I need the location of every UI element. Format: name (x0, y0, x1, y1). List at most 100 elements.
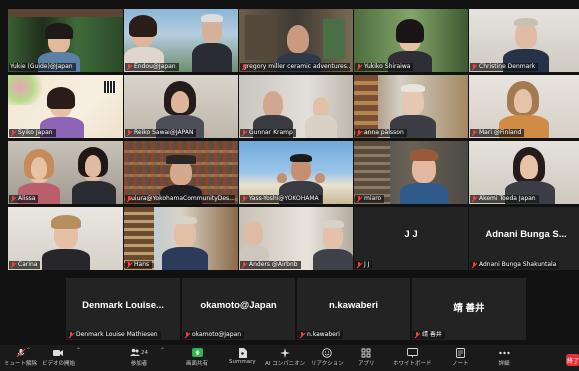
participant-tile[interactable]: Hans (124, 207, 238, 270)
participant-name: Gunnar Kramp (240, 129, 296, 137)
participants-label: 参加者 (130, 361, 148, 367)
participant-name: Endou@Japan (125, 63, 179, 71)
participant-tile[interactable]: anna pålsson (354, 75, 468, 138)
participant-name: Denmark Louise Mathiesen (67, 331, 161, 339)
participant-tile[interactable]: gregory miller ceramic adventures... (239, 9, 353, 72)
participant-tile[interactable]: miaro (354, 141, 468, 204)
share-screen-button[interactable]: 画面共有 (186, 347, 208, 367)
video-grid: Yukie (Guide)@Japan Endou@Japan gregory … (8, 9, 579, 274)
summary-button[interactable]: Summary (229, 347, 256, 365)
participant-label: Yukiko Shiraiwa (364, 63, 411, 70)
unmute-button[interactable]: ミュート解除 (4, 347, 37, 367)
start-video-label: ビデオの開始 (42, 361, 76, 367)
participant-label: Anders @Airbnb (249, 261, 298, 268)
participant-tile[interactable]: Syiko Japan (8, 75, 123, 138)
participants-button[interactable]: 24 参加者 (128, 347, 150, 367)
video-camera-icon (53, 347, 65, 358)
notes-icon (454, 347, 466, 358)
participant-name: Hans (125, 261, 153, 269)
participant-label: n.kawaberi (307, 331, 340, 338)
participant-name: Yukie (Guide)@Japan (9, 63, 76, 71)
participant-label: anna pålsson (364, 129, 404, 136)
ai-companion-button[interactable]: AI コンパニオン (265, 347, 305, 367)
participant-name: Reiko Sawai@JAPAN (125, 129, 197, 137)
participant-name: Yukiko Shiraiwa (355, 63, 414, 71)
participant-tile[interactable]: Mari @Finland (469, 75, 579, 138)
participant-tile[interactable]: Yass-Yoshi@YOKOHAMA (239, 141, 353, 204)
ai-companion-label: AI コンパニオン (265, 361, 306, 367)
summary-document-icon (236, 347, 248, 358)
whiteboard-button[interactable]: ホワイトボード (393, 347, 432, 367)
share-screen-icon (191, 347, 203, 358)
participant-label: Gunnar Kramp (249, 129, 293, 136)
reactions-label: リアクション (311, 361, 344, 367)
participant-label: Christine Denmark (479, 63, 536, 70)
participant-tile[interactable]: Akemi Toeda Japan (469, 141, 579, 204)
participant-name: Adnani Bunga Shakuntala (470, 261, 560, 269)
participant-name: Anders @Airbnb (240, 261, 301, 269)
participant-tile[interactable]: Yukiko Shiraiwa (354, 9, 468, 72)
audio-options-caret[interactable]: ⌃ (26, 347, 31, 354)
mic-muted-icon (356, 196, 362, 202)
notes-button[interactable]: ノート (452, 347, 469, 367)
participant-display-name: okamoto@Japan (200, 300, 277, 311)
participant-label: Akemi Toeda Japan (479, 195, 536, 202)
participant-tile[interactable]: okamoto@Japan okamoto@Japan (182, 278, 295, 340)
mic-muted-icon (471, 64, 477, 70)
participant-label: Reiko Sawai@JAPAN (134, 129, 194, 136)
video-options-caret[interactable]: ⌃ (76, 347, 81, 354)
participant-label: 靖 善井 (422, 331, 442, 338)
participant-tile[interactable]: Christine Denmark (469, 9, 579, 72)
end-meeting-button[interactable]: 終了 (566, 354, 579, 366)
participant-name: miaro (355, 195, 385, 203)
participant-tile[interactable]: Endou@Japan (124, 9, 238, 72)
participant-label: suiura@YokohamaCommunityDes... (128, 195, 235, 202)
mic-muted-icon (10, 262, 16, 268)
participant-label: miaro (364, 195, 382, 202)
participant-label: Yukie (Guide)@Japan (10, 63, 73, 70)
participant-tile[interactable]: 靖 善井 靖 善井 (412, 278, 526, 340)
participant-name: Mari @Finland (470, 129, 525, 137)
mic-muted-icon (184, 332, 190, 338)
mic-muted-icon (299, 332, 305, 338)
participant-label: okamoto@Japan (192, 331, 241, 338)
mic-muted-icon (10, 196, 16, 202)
mic-muted-icon (414, 332, 420, 338)
smiley-icon (321, 347, 333, 358)
mic-muted-icon (126, 262, 132, 268)
participant-display-name: n.kawaberi (328, 300, 379, 311)
participant-tile[interactable]: Gunnar Kramp (239, 75, 353, 138)
start-video-button[interactable]: ビデオの開始 (42, 347, 75, 367)
whiteboard-label: ホワイトボード (393, 361, 432, 367)
participants-icon-wrap: 24 (128, 347, 150, 358)
apps-button[interactable]: アプリ (358, 347, 375, 367)
mic-muted-icon (471, 130, 477, 136)
participant-tile[interactable]: Carina (8, 207, 123, 270)
participant-tile[interactable]: suiura@YokohamaCommunityDes... (124, 141, 238, 204)
participant-label: Denmark Louise Mathiesen (76, 331, 158, 338)
mic-muted-icon (471, 196, 477, 202)
participant-tile[interactable]: Adnani Bunga S... Adnani Bunga Shakuntal… (469, 207, 579, 270)
participant-tile[interactable]: Yukie (Guide)@Japan (8, 9, 123, 72)
participant-display-name: Denmark Louise... (82, 300, 164, 311)
participant-label: Alissa (18, 195, 36, 202)
participant-tile[interactable]: Anders @Airbnb (239, 207, 353, 270)
participant-tile[interactable]: J J J J (354, 207, 468, 270)
reactions-button[interactable]: リアクション (311, 347, 344, 367)
participant-tile[interactable]: Reiko Sawai@JAPAN (124, 75, 238, 138)
more-button[interactable]: 詳細 (498, 347, 510, 367)
participant-label: gregory miller ceramic adventures... (243, 63, 350, 70)
apps-label: アプリ (358, 361, 375, 367)
participant-tile[interactable]: n.kawaberi n.kawaberi (297, 278, 410, 340)
participants-options-caret[interactable]: ⌃ (160, 347, 165, 354)
participant-name: gregory miller ceramic adventures... (240, 63, 350, 71)
whiteboard-icon (406, 347, 418, 358)
participant-name: Yass-Yoshi@YOKOHAMA (240, 195, 322, 203)
mic-muted-icon (356, 64, 362, 70)
participant-name: 靖 善井 (413, 331, 445, 339)
apps-icon (360, 347, 372, 358)
participant-tile[interactable]: Denmark Louise... Denmark Louise Mathies… (66, 278, 180, 340)
participant-name: Syiko Japan (9, 129, 56, 137)
participant-tile[interactable]: Alissa (8, 141, 123, 204)
participant-display-name: 靖 善井 (453, 303, 485, 314)
